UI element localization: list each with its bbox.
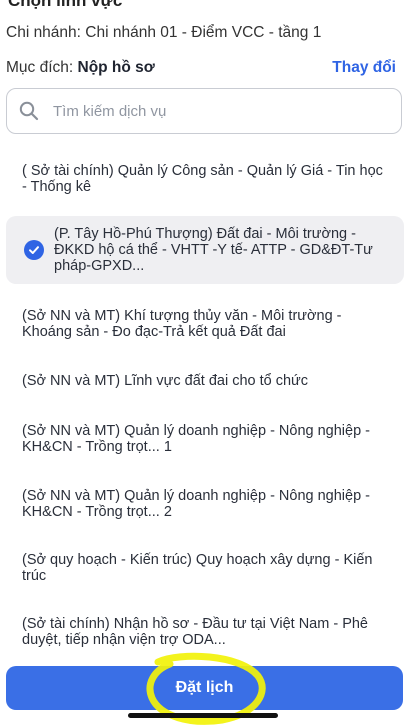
list-item-label: (P. Tây Hồ-Phú Thượng) Đất đai - Môi trư… <box>54 226 373 274</box>
list-item[interactable]: ( Sở tài chính) Quản lý Công sản - Quản … <box>6 161 404 197</box>
list-item-label: (Sở NN và MT) Khí tượng thủy văn - Môi t… <box>22 308 342 340</box>
list-item-selected[interactable]: (P. Tây Hồ-Phú Thượng) Đất đai - Môi trư… <box>6 216 404 284</box>
list-item[interactable]: (Sở NN và MT) Quản lý doanh nghiệp - Nôn… <box>6 486 404 522</box>
purpose-label: Mục đích: <box>6 59 78 76</box>
list-item-label: (Sở quy hoạch - Kiến trúc) Quy hoạch xây… <box>22 552 373 584</box>
list-item-label: (Sở tài chính) Nhận hồ sơ - Đầu tư tại V… <box>22 616 368 648</box>
purpose-info: Mục đích: Nộp hồ sơ <box>6 59 155 77</box>
search-box[interactable] <box>6 88 402 134</box>
page-title: Chọn lĩnh vực <box>8 0 123 10</box>
home-indicator <box>128 713 278 718</box>
branch-info: Chi nhánh: Chi nhánh 01 - Điểm VCC - tần… <box>6 24 322 41</box>
search-input[interactable] <box>51 101 375 121</box>
purpose-value: Nộp hồ sơ <box>77 59 155 76</box>
book-appointment-label: Đặt lịch <box>175 679 234 696</box>
list-item-label: (Sở NN và MT) Quản lý doanh nghiệp - Nôn… <box>22 488 371 520</box>
purpose-row: Mục đích: Nộp hồ sơ Thay đổi <box>6 57 396 79</box>
checkmark-icon <box>24 240 44 260</box>
change-purpose-link[interactable]: Thay đổi <box>332 59 396 77</box>
list-item[interactable]: (Sở NN và MT) Quản lý doanh nghiệp - Nôn… <box>6 421 404 457</box>
list-item[interactable]: (Sở NN và MT) Lĩnh vực đất đai cho tổ ch… <box>6 371 404 391</box>
book-appointment-button[interactable]: Đặt lịch <box>6 666 403 710</box>
list-item-label: (Sở NN và MT) Lĩnh vực đất đai cho tổ ch… <box>22 373 308 389</box>
list-item[interactable]: (Sở tài chính) Nhận hồ sơ - Đầu tư tại V… <box>6 614 404 650</box>
list-item-label: ( Sở tài chính) Quản lý Công sản - Quản … <box>22 163 383 195</box>
search-icon <box>19 101 39 121</box>
list-item-label: (Sở NN và MT) Quản lý doanh nghiệp - Nôn… <box>22 423 371 455</box>
list-item[interactable]: (Sở NN và MT) Khí tượng thủy văn - Môi t… <box>6 306 404 342</box>
list-item[interactable]: (Sở quy hoạch - Kiến trúc) Quy hoạch xây… <box>6 550 404 586</box>
